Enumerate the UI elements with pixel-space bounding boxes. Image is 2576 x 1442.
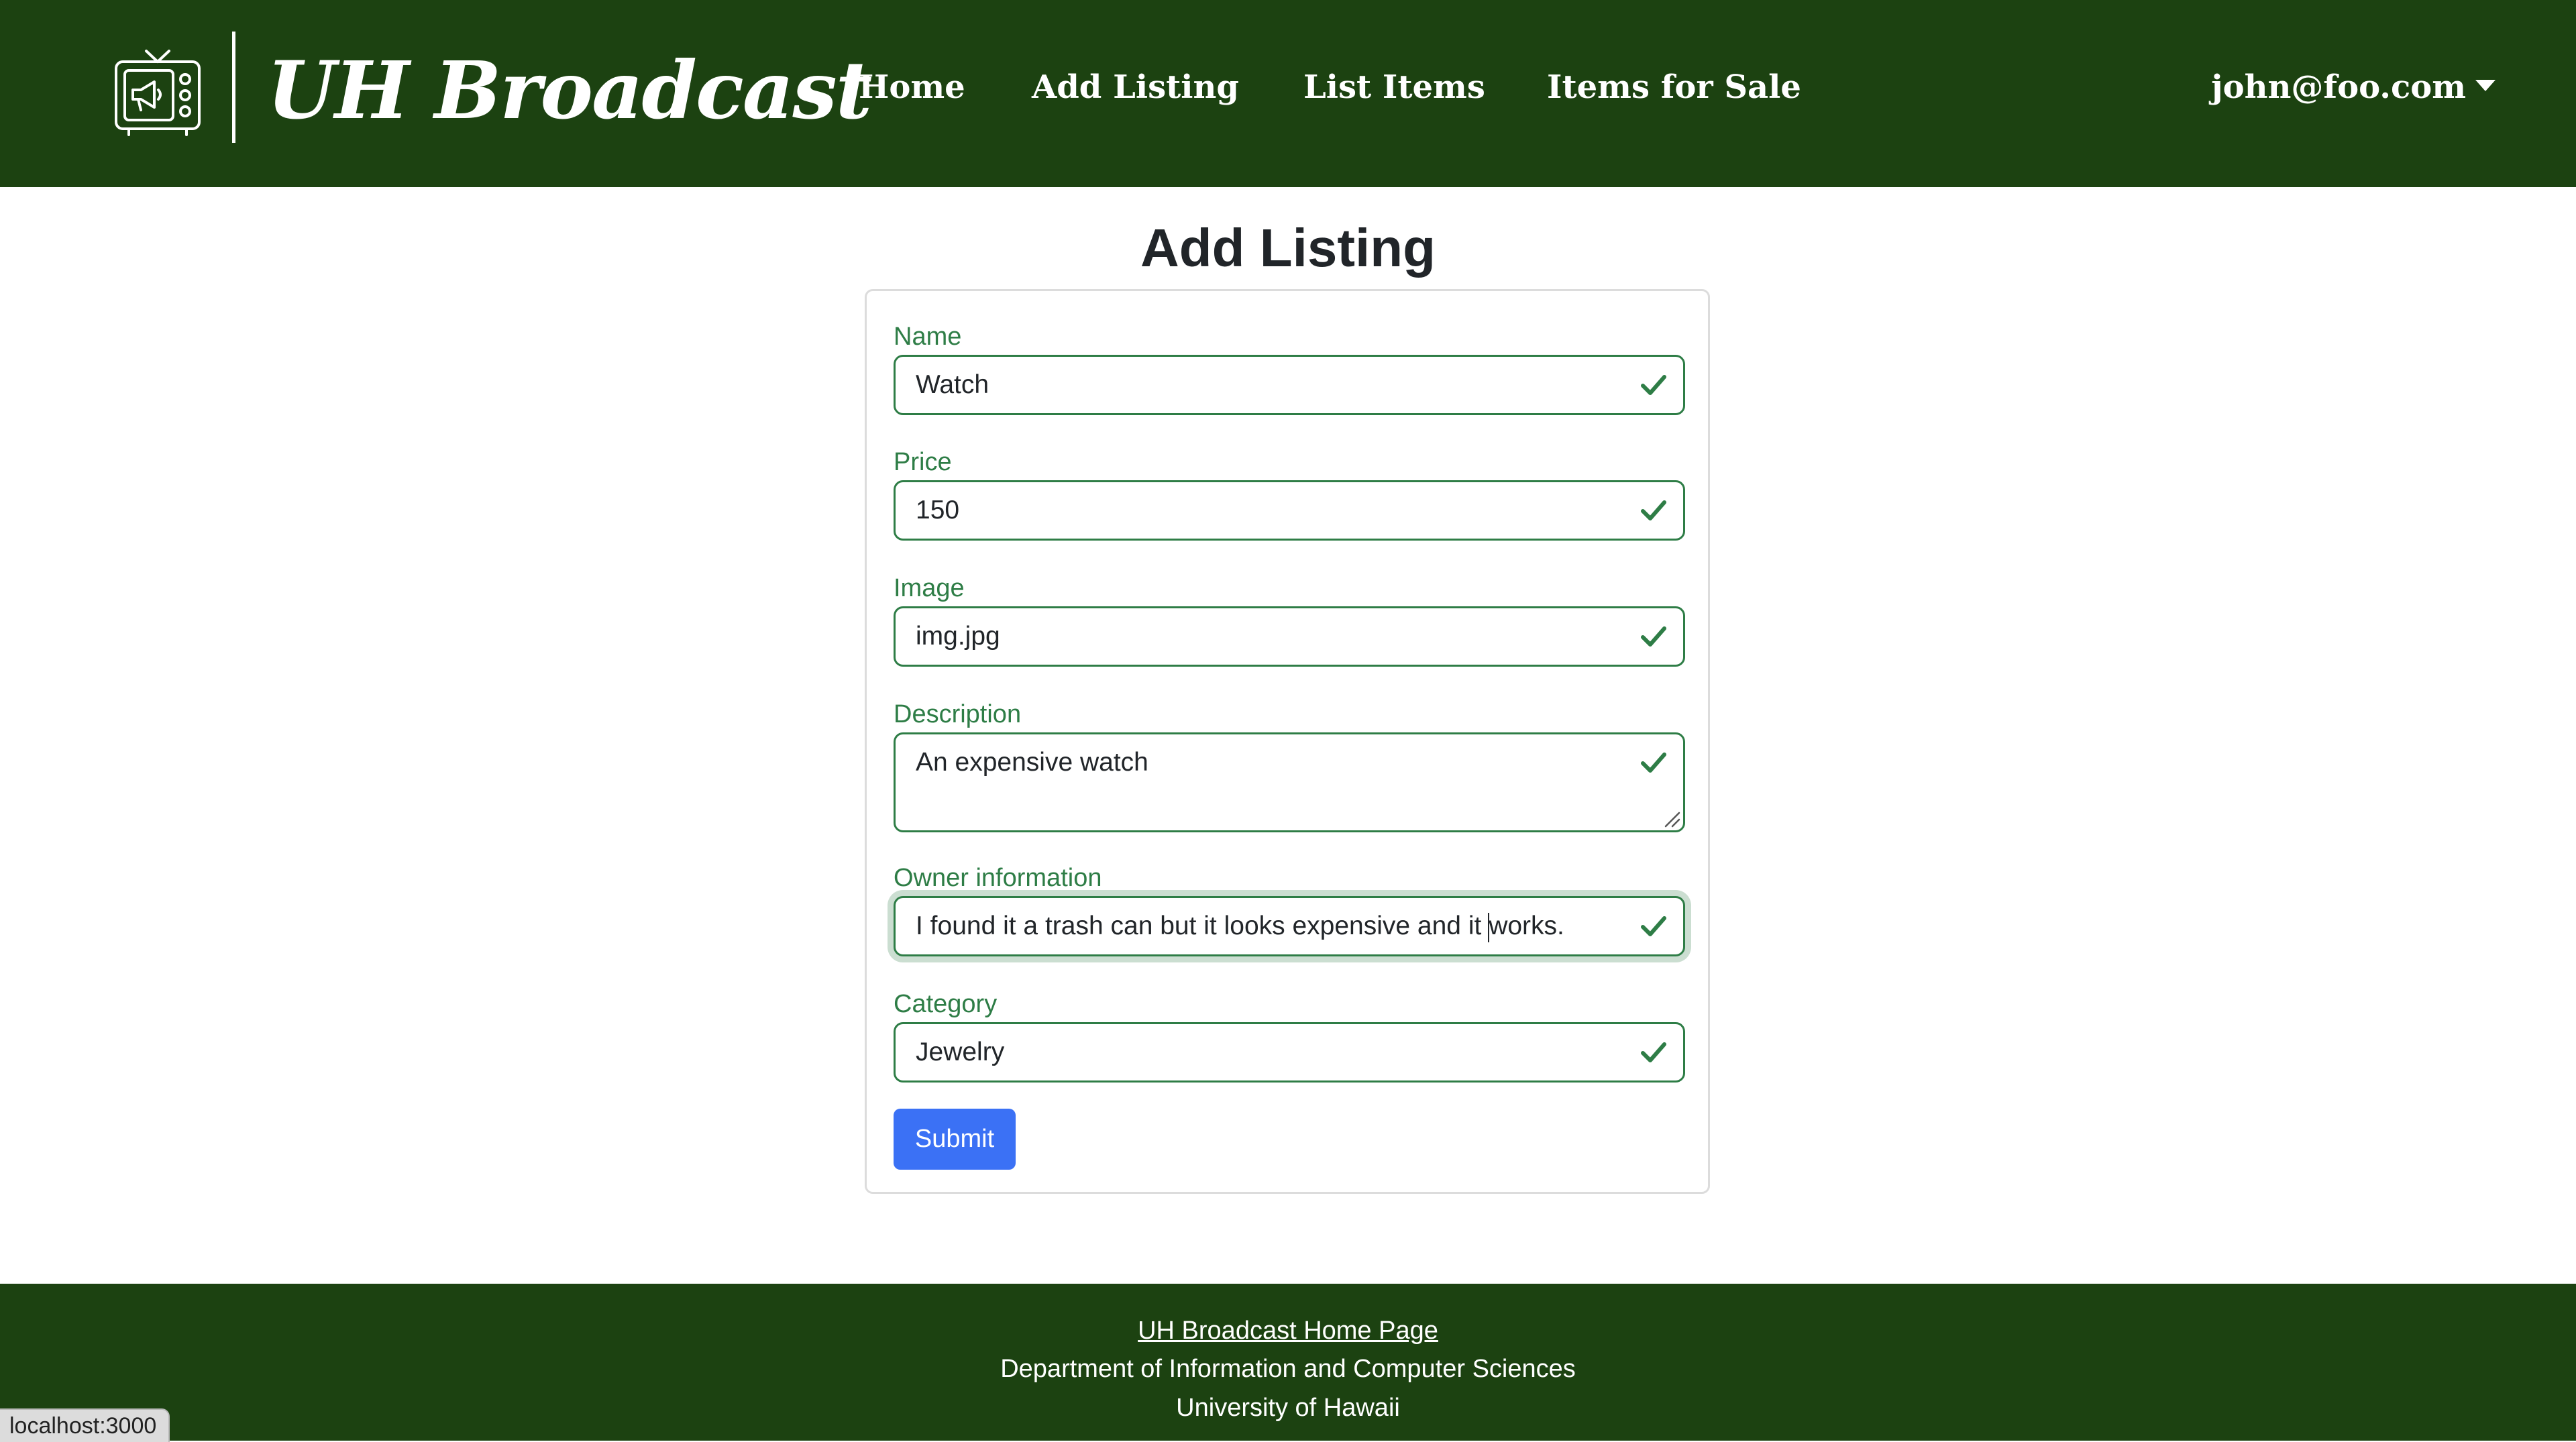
footer-department: Department of Information and Computer S… [1000, 1355, 1576, 1383]
checkmark-icon [1641, 1042, 1666, 1062]
user-dropdown[interactable]: john@foo.com [2211, 64, 2496, 111]
checkmark-icon [1641, 626, 1666, 647]
owner-value-before: I found it a trash can but it looks expe… [916, 911, 1489, 940]
nav-list-items[interactable]: List Items [1303, 64, 1485, 111]
add-listing-form: Name Watch Price 150 Image img.jpg Descr… [865, 289, 1710, 1194]
name-value: Watch [916, 370, 989, 399]
price-value: 150 [916, 496, 960, 524]
user-email: john@foo.com [2211, 68, 2466, 106]
name-label: Name [894, 323, 962, 351]
resize-handle-icon[interactable] [1663, 810, 1680, 828]
checkmark-icon [1641, 753, 1666, 773]
image-label: Image [894, 574, 965, 602]
image-value: img.jpg [916, 622, 1000, 651]
owner-label: Owner information [894, 864, 1102, 892]
submit-button[interactable]: Submit [894, 1109, 1016, 1170]
name-input[interactable]: Watch [894, 355, 1685, 415]
price-label: Price [894, 448, 952, 476]
description-label: Description [894, 700, 1022, 728]
checkmark-icon [1641, 500, 1666, 520]
footer-home-link[interactable]: UH Broadcast Home Page [1138, 1317, 1438, 1345]
logo-divider [232, 32, 235, 143]
brand-title[interactable]: UH Broadcast [267, 40, 872, 141]
description-value: An expensive watch [916, 748, 1148, 777]
caret-down-icon [2475, 80, 2496, 91]
category-select[interactable]: Jewelry [894, 1022, 1685, 1083]
price-input[interactable]: 150 [894, 480, 1685, 541]
nav-home[interactable]: Home [859, 64, 965, 111]
checkmark-icon [1641, 916, 1666, 936]
category-value: Jewelry [916, 1038, 1005, 1066]
nav-items-for-sale[interactable]: Items for Sale [1547, 64, 1801, 111]
owner-input[interactable]: I found it a trash can but it looks expe… [894, 896, 1685, 956]
footer-university: University of Hawaii [1176, 1394, 1400, 1422]
owner-value-after: works. [1489, 911, 1564, 940]
navbar: UH Broadcast Home Add Listing List Items… [0, 0, 2576, 187]
tv-megaphone-icon[interactable] [114, 47, 201, 137]
image-input[interactable]: img.jpg [894, 606, 1685, 667]
page-title: Add Listing [1140, 218, 1436, 278]
category-label: Category [894, 990, 998, 1018]
description-textarea[interactable]: An expensive watch [894, 732, 1685, 832]
nav-add-listing[interactable]: Add Listing [1032, 64, 1239, 111]
footer: UH Broadcast Home Page Department of Inf… [0, 1284, 2576, 1441]
checkmark-icon [1641, 375, 1666, 395]
status-bar-url: localhost:3000 [0, 1408, 170, 1442]
